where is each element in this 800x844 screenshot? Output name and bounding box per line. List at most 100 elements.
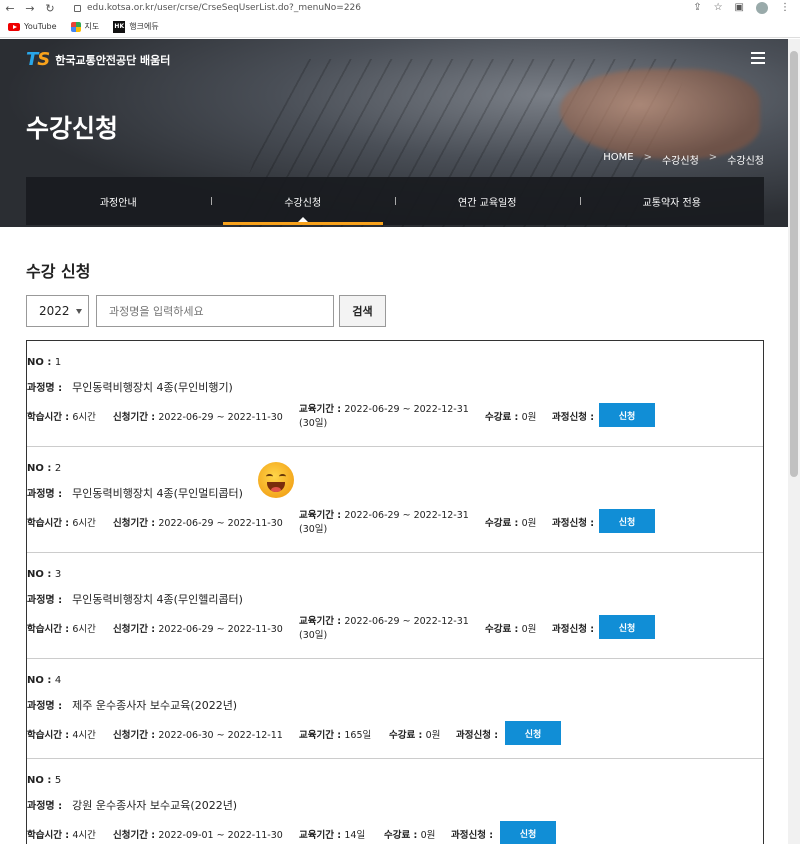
study-hours-label: 학습시간 : xyxy=(27,412,73,423)
reload-icon[interactable]: ↻ xyxy=(40,2,60,15)
study-hours-value: 6시간 xyxy=(72,518,96,529)
course-name: 제주 운수종사자 보수교육(2022년) xyxy=(72,699,238,712)
no-value: 1 xyxy=(54,357,62,368)
apply-label: 과정신청 : xyxy=(552,409,594,423)
hankedu-icon: HK xyxy=(113,20,126,33)
edu-period: 교육기간 : 2022-06-29 ~ 2022-12-31 xyxy=(299,613,469,627)
edu-period-value: 14일 xyxy=(344,830,366,841)
search-button[interactable]: 검색 xyxy=(339,295,386,327)
study-hours-value: 4시간 xyxy=(72,730,96,741)
apply-period: 신청기간 : 2022-06-30 ~ 2022-12-11 xyxy=(113,727,283,741)
study-hours-label: 학습시간 : xyxy=(27,730,73,741)
tab-label: 교통약자 전용 xyxy=(642,197,701,209)
tab-course-info[interactable]: 과정안내 xyxy=(26,177,211,225)
course-title: 과정명 : 무인동력비행장치 4종(무인비행기) xyxy=(27,379,233,395)
search-input[interactable] xyxy=(96,295,334,327)
sidebar-icon[interactable]: ▣ xyxy=(735,2,744,14)
url-text: edu.kotsa.or.kr/user/crse/CrseSeqUserLis… xyxy=(87,3,362,13)
browser-toolbar: ← → ↻ edu.kotsa.or.kr/user/crse/CrseSeqU… xyxy=(0,0,800,16)
bookmark-maps[interactable]: 지도 xyxy=(70,21,99,32)
fee-value: 0원 xyxy=(521,412,537,423)
apply-label-text: 과정신청 : xyxy=(456,730,499,741)
section-title: 수강 신청 xyxy=(26,262,91,281)
apply-button[interactable]: 신청 xyxy=(505,721,561,745)
apply-period: 신청기간 : 2022-09-01 ~ 2022-11-30 xyxy=(113,827,283,841)
edu-period-value: 2022-06-29 ~ 2022-12-31 xyxy=(344,510,469,521)
course-title: 과정명 : 무인동력비행장치 4종(무인헬리콥터) xyxy=(27,591,243,607)
edu-period-value: 2022-06-29 ~ 2022-12-31 xyxy=(344,616,469,627)
fee: 수강료 : 0원 xyxy=(485,515,536,529)
apply-label: 과정신청 : xyxy=(451,827,493,841)
apply-button[interactable]: 신청 xyxy=(599,615,655,639)
course-name: 무인동력비행장치 4종(무인헬리콥터) xyxy=(72,593,243,606)
study-hours-label: 학습시간 : xyxy=(27,624,73,635)
fee-value: 0원 xyxy=(420,830,436,841)
year-select[interactable]: 2022 xyxy=(26,295,89,327)
apply-label-text: 과정신청 : xyxy=(552,624,595,635)
study-hours: 학습시간 : 4시간 xyxy=(27,727,96,741)
tab-registration[interactable]: 수강신청 xyxy=(210,177,396,225)
apply-period-label: 신청기간 : xyxy=(113,624,159,635)
chevron-right-icon: > xyxy=(708,152,718,163)
hamburger-menu-icon[interactable] xyxy=(751,52,765,64)
breadcrumb-home[interactable]: HOME xyxy=(603,152,633,167)
edu-period-label: 교육기간 : xyxy=(299,404,345,415)
scrollbar[interactable] xyxy=(788,39,800,844)
smiling-emoji-icon xyxy=(258,462,294,498)
apply-button[interactable]: 신청 xyxy=(599,509,655,533)
bookmark-youtube[interactable]: YouTube xyxy=(8,22,57,31)
course-name: 무인동력비행장치 4종(무인멀티콥터) xyxy=(72,487,243,500)
chevron-right-icon: > xyxy=(643,152,652,163)
fee-label: 수강료 : xyxy=(485,412,522,423)
no-label: NO : xyxy=(27,357,55,368)
fee-label: 수강료 : xyxy=(485,624,522,635)
site-logo[interactable]: TS 한국교통안전공단 배움터 xyxy=(26,49,170,70)
apply-period-label: 신청기간 : xyxy=(113,830,159,841)
breadcrumb: HOME > 수강신청 > 수강신청 xyxy=(603,152,764,167)
edu-period: 교육기간 : 14일 xyxy=(299,827,365,841)
edu-period-label: 교육기간 : xyxy=(299,830,345,841)
chevron-down-icon xyxy=(76,309,82,314)
list-item: NO : 4 과정명 : 제주 운수종사자 보수교육(2022년) 학습시간 : 4시… xyxy=(27,659,763,759)
list-item: NO : 1 과정명 : 무인동력비행장치 4종(무인비행기) 학습시간 : 6시간 신… xyxy=(27,341,763,447)
study-hours-value: 6시간 xyxy=(72,624,96,635)
lock-icon xyxy=(74,4,81,12)
bookmark-hankedu[interactable]: HK 행크에듀 xyxy=(113,20,159,33)
year-value: 2022 xyxy=(39,304,70,318)
profile-avatar[interactable] xyxy=(756,2,768,14)
address-bar[interactable]: edu.kotsa.or.kr/user/crse/CrseSeqUserLis… xyxy=(74,3,361,13)
tab-accessibility[interactable]: 교통약자 전용 xyxy=(579,177,765,225)
apply-button[interactable]: 신청 xyxy=(500,821,556,844)
apply-period-label: 신청기간 : xyxy=(113,730,159,741)
apply-period: 신청기간 : 2022-06-29 ~ 2022-11-30 xyxy=(113,409,283,423)
back-icon[interactable]: ← xyxy=(0,2,20,15)
study-hours: 학습시간 : 6시간 xyxy=(27,621,96,635)
forward-icon[interactable]: → xyxy=(20,2,40,15)
edu-days: (30일) xyxy=(299,630,328,641)
edu-days: (30일) xyxy=(299,524,328,535)
no-label: NO : xyxy=(27,463,55,474)
study-hours: 학습시간 : 6시간 xyxy=(27,409,96,423)
course-no: NO : 2 xyxy=(27,463,61,474)
share-icon[interactable]: ⇪ xyxy=(693,2,701,14)
bookmark-label: 행크에듀 xyxy=(129,22,159,31)
bookmark-label: YouTube xyxy=(24,22,57,31)
fee: 수강료 : 0원 xyxy=(485,409,536,423)
more-menu-icon[interactable]: ⋮ xyxy=(780,2,790,14)
study-hours-label: 학습시간 : xyxy=(27,830,73,841)
maps-icon xyxy=(70,21,81,32)
apply-period-value: 2022-09-01 ~ 2022-11-30 xyxy=(158,830,283,841)
page-title: 수강신청 xyxy=(26,114,119,143)
breadcrumb-item[interactable]: 수강신청 xyxy=(662,152,699,167)
apply-button[interactable]: 신청 xyxy=(599,403,655,427)
sub-nav-tabs: 과정안내 수강신청 연간 교육일정 교통약자 전용 xyxy=(26,177,764,225)
fee: 수강료 : 0원 xyxy=(485,621,536,635)
star-icon[interactable]: ☆ xyxy=(714,2,723,14)
course-name: 강원 운수종사자 보수교육(2022년) xyxy=(72,799,238,812)
apply-label-text: 과정신청 : xyxy=(552,518,595,529)
edu-period-value: 165일 xyxy=(344,730,372,741)
course-label: 과정명 : xyxy=(27,383,63,394)
fee-label: 수강료 : xyxy=(485,518,522,529)
scroll-thumb[interactable] xyxy=(790,51,798,477)
tab-annual-schedule[interactable]: 연간 교육일정 xyxy=(395,177,580,225)
